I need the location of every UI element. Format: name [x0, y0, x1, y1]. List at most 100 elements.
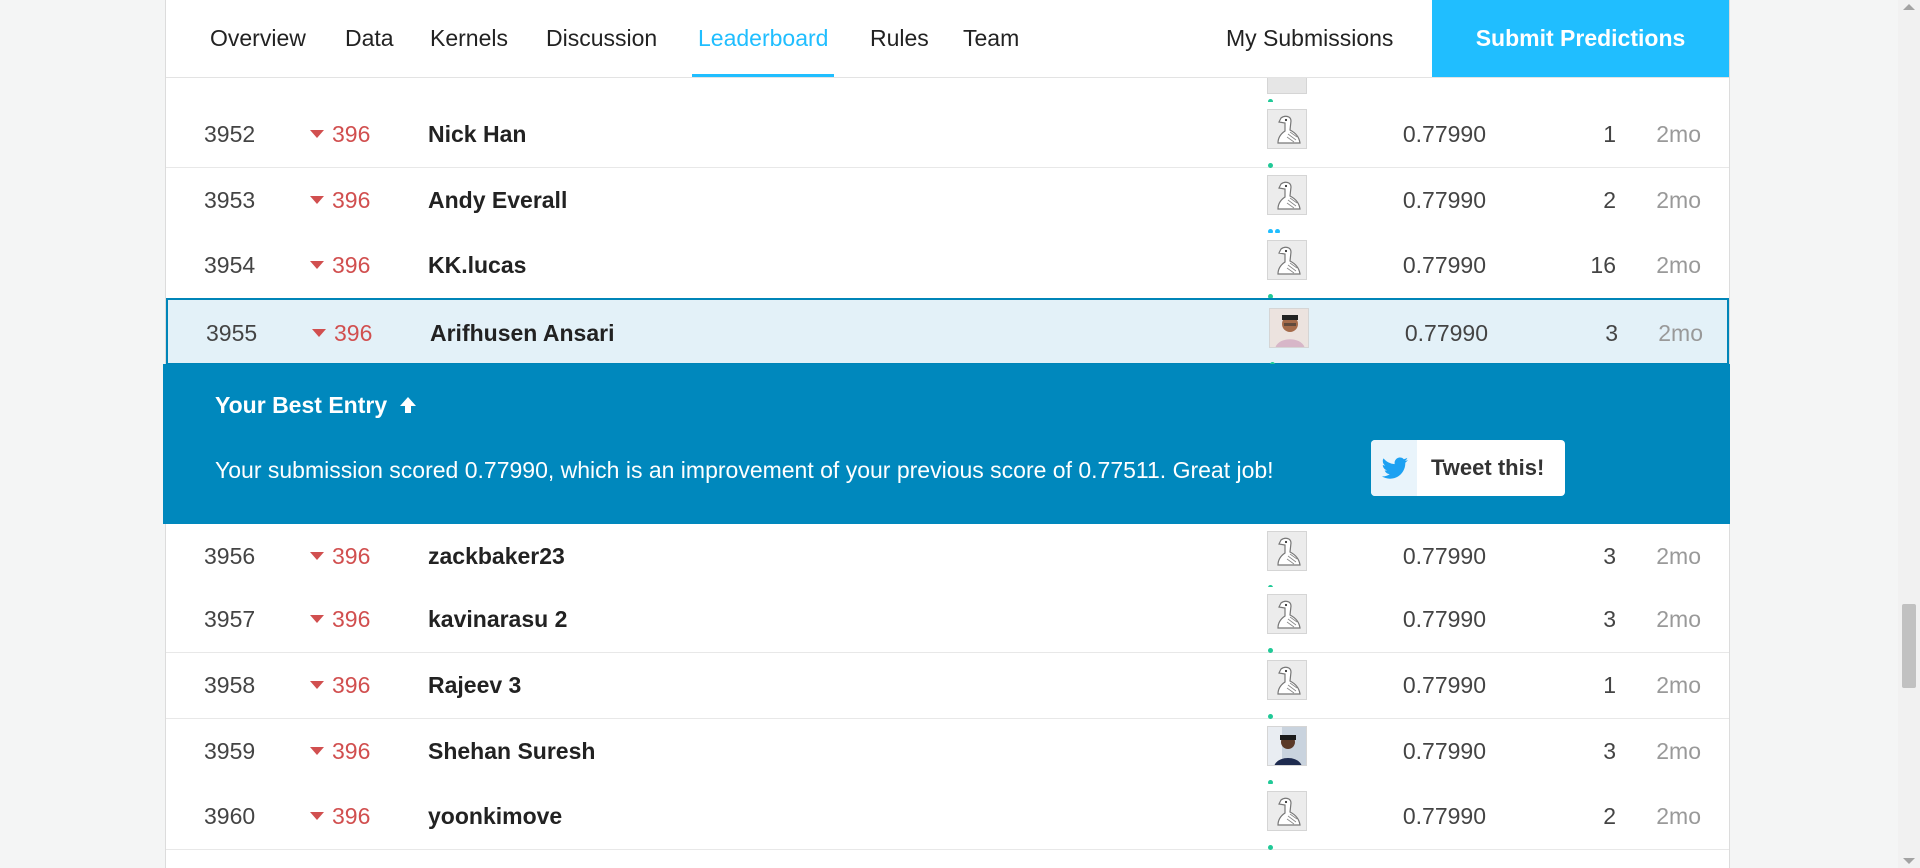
- rank-change-value: 396: [332, 187, 371, 213]
- goose-avatar-icon[interactable]: [1267, 175, 1307, 215]
- best-entry-title: Your Best Entry: [215, 392, 418, 419]
- best-entry-message: Your submission scored 0.77990, which is…: [215, 457, 1274, 483]
- best-entry-banner: Your Best Entry Your submission scored 0…: [163, 364, 1730, 524]
- rank-change-value: 396: [332, 606, 371, 632]
- last-submission-cell: 2mo: [1656, 738, 1701, 764]
- table-row[interactable]: 3959 396 Shehan Suresh 0.77990 3 2mo: [166, 719, 1729, 785]
- goose-avatar-icon[interactable]: [1267, 660, 1307, 700]
- scroll-thumb[interactable]: [1902, 604, 1916, 688]
- entries-cell: 3: [1603, 606, 1616, 632]
- triangle-down-icon: [310, 195, 324, 204]
- scroll-up-icon[interactable]: [1903, 4, 1915, 10]
- rank-change-value: 396: [332, 252, 371, 278]
- rank-cell: 3954: [204, 252, 256, 278]
- table-row[interactable]: 3957 396 kavinarasu 2 0.77990 3 2mo: [166, 587, 1729, 653]
- table-row[interactable]: 3953 396 Andy Everall 0.77990 2 2mo: [166, 168, 1729, 234]
- tweet-this-label: Tweet this!: [1431, 455, 1545, 480]
- score-cell: 0.77990: [1402, 803, 1486, 829]
- rank-change-value: 396: [334, 320, 373, 346]
- page-scrollbar[interactable]: [1898, 0, 1920, 868]
- rank-change: 396: [310, 121, 370, 148]
- submission-dots: [1268, 706, 1275, 719]
- tweet-this-button[interactable]: Tweet this!: [1371, 440, 1565, 496]
- team-name[interactable]: KK.lucas: [428, 252, 526, 279]
- rank-change-value: 396: [332, 803, 371, 829]
- team-name[interactable]: Arifhusen Ansari: [430, 320, 614, 347]
- team-name[interactable]: Nick Han: [428, 121, 526, 148]
- entries-cell: 2: [1603, 187, 1616, 213]
- submission-dots: [1268, 640, 1275, 653]
- team-name[interactable]: yoonkimove: [428, 803, 562, 830]
- triangle-down-icon: [310, 811, 324, 820]
- table-row-selected[interactable]: 3955 396 Arifhusen Ansari 0.77990 3 2mo: [166, 298, 1729, 367]
- tab-team[interactable]: Team: [963, 0, 1019, 77]
- competition-nav: Overview Data Kernels Discussion Leaderb…: [166, 0, 1729, 78]
- tab-leaderboard[interactable]: Leaderboard: [692, 0, 835, 77]
- team-name[interactable]: Shehan Suresh: [428, 738, 595, 765]
- submission-dots: [1268, 286, 1275, 299]
- tab-overview[interactable]: Overview: [210, 0, 306, 77]
- goose-avatar-icon[interactable]: [1267, 791, 1307, 831]
- goose-avatar-icon[interactable]: [1267, 109, 1307, 149]
- rank-cell: 3959: [204, 738, 256, 764]
- submission-dots: [1270, 354, 1277, 367]
- person-avatar-icon[interactable]: [1267, 726, 1307, 766]
- table-row[interactable]: 3958 396 Rajeev 3 0.77990 1 2mo: [166, 653, 1729, 719]
- entries-cell: 3: [1603, 543, 1616, 569]
- score-cell: 0.77990: [1402, 672, 1486, 698]
- table-row[interactable]: 3960 396 yoonkimove 0.77990 2 2mo: [166, 784, 1729, 850]
- twitter-icon: [1371, 440, 1417, 496]
- rank-change: 396: [310, 672, 370, 699]
- triangle-down-icon: [310, 614, 324, 623]
- tab-discussion[interactable]: Discussion: [546, 0, 657, 77]
- entries-cell: 3: [1605, 320, 1618, 346]
- rank-cell: 3953: [204, 187, 256, 213]
- goose-avatar-icon[interactable]: [1267, 531, 1307, 571]
- team-name[interactable]: Andy Everall: [428, 187, 567, 214]
- my-submissions-link[interactable]: My Submissions: [1226, 0, 1393, 77]
- triangle-down-icon: [310, 746, 324, 755]
- table-row[interactable]: 3954 396 KK.lucas 0.77990 16 2mo: [166, 233, 1729, 299]
- score-cell: 0.77990: [1402, 543, 1486, 569]
- tab-data[interactable]: Data: [345, 0, 394, 77]
- table-row[interactable]: 3956 396 zackbaker23 0.77990 3 2mo: [166, 524, 1729, 590]
- rank-cell: 3956: [204, 543, 256, 569]
- last-submission-cell: 2mo: [1658, 320, 1703, 346]
- tab-kernels[interactable]: Kernels: [430, 0, 508, 77]
- triangle-down-icon: [312, 328, 326, 337]
- rank-change-value: 396: [332, 121, 371, 147]
- table-row[interactable]: 3952 396 Nick Han 0.77990 1 2mo: [166, 102, 1729, 168]
- score-cell: 0.77990: [1404, 320, 1488, 346]
- triangle-down-icon: [310, 129, 324, 138]
- scroll-down-icon[interactable]: [1903, 858, 1915, 864]
- arrow-up-icon: [399, 397, 416, 413]
- submission-dots: [1268, 577, 1275, 590]
- team-name[interactable]: Rajeev 3: [428, 672, 521, 699]
- person-avatar-icon[interactable]: [1269, 308, 1309, 348]
- rank-change-value: 396: [332, 672, 371, 698]
- score-cell: 0.77990: [1402, 252, 1486, 278]
- team-name[interactable]: zackbaker23: [428, 543, 565, 570]
- last-submission-cell: 2mo: [1656, 121, 1701, 147]
- triangle-down-icon: [310, 680, 324, 689]
- rank-change: 396: [310, 543, 370, 570]
- tab-leaderboard-label: Leaderboard: [698, 25, 829, 51]
- entries-cell: 3: [1603, 738, 1616, 764]
- goose-avatar-icon[interactable]: [1267, 240, 1307, 280]
- rank-cell: 3955: [206, 320, 258, 346]
- rank-change: 396: [310, 252, 370, 279]
- tab-rules[interactable]: Rules: [870, 0, 929, 77]
- rank-change: 396: [310, 606, 370, 633]
- rank-change-value: 396: [332, 738, 371, 764]
- submission-dots: [1268, 772, 1275, 785]
- team-name[interactable]: kavinarasu 2: [428, 606, 567, 633]
- entries-cell: 2: [1603, 803, 1616, 829]
- active-tab-underline: [692, 74, 835, 77]
- submission-dots: [1268, 221, 1282, 234]
- submit-predictions-button[interactable]: Submit Predictions: [1432, 0, 1729, 77]
- goose-avatar-icon[interactable]: [1267, 594, 1307, 634]
- rank-cell: 3960: [204, 803, 256, 829]
- score-cell: 0.77990: [1402, 738, 1486, 764]
- rank-change: 396: [310, 187, 370, 214]
- rank-change-value: 396: [332, 543, 371, 569]
